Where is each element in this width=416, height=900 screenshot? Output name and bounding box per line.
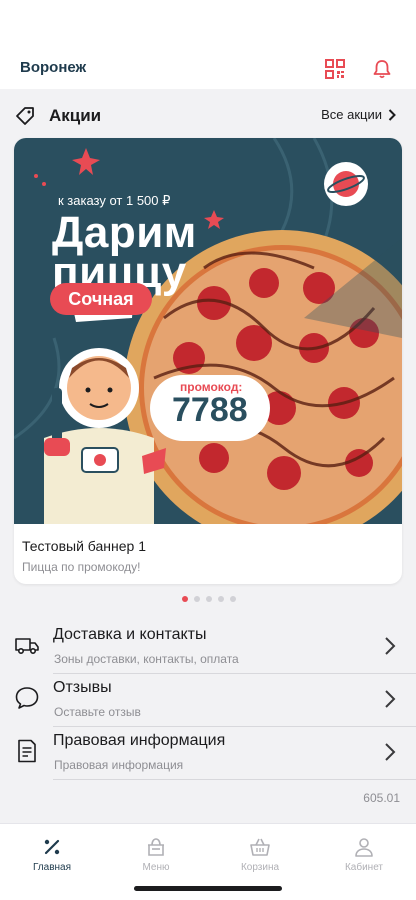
tab-label: Кабинет [344, 862, 384, 873]
promo-banner-image[interactable]: к заказу от 1 500 ₽ Дарим пиццу Сочная п… [14, 138, 402, 524]
tab-label: Корзина [240, 862, 280, 873]
divider [53, 726, 416, 727]
divider [53, 673, 416, 674]
chevron-right-icon [385, 690, 396, 708]
card-subtitle: Пицца по промокоду! [22, 560, 141, 574]
pager-dot[interactable] [206, 596, 212, 602]
all-promotions-label: Все акции [321, 107, 382, 122]
promotions-header: Акции Все акции [0, 100, 416, 130]
promo-card[interactable]: к заказу от 1 500 ₽ Дарим пиццу Сочная п… [14, 138, 402, 584]
menu-item-reviews[interactable]: Отзывы Оставьте отзыв [0, 675, 416, 727]
bell-icon[interactable] [371, 58, 393, 80]
basket-icon [250, 838, 270, 856]
city-selector[interactable]: Воронеж [20, 59, 86, 76]
tab-home[interactable]: Главная [12, 836, 92, 873]
chevron-right-icon [385, 637, 396, 655]
menu-item-legal[interactable]: Правовая информация Правовая информация [0, 728, 416, 780]
carousel-pager[interactable] [182, 596, 236, 602]
tag-icon [16, 107, 34, 125]
document-icon [18, 739, 36, 763]
percent-icon [44, 839, 60, 855]
qr-code-icon[interactable] [324, 58, 346, 80]
home-indicator [134, 886, 282, 891]
menu-item-title: Доставка и контакты [53, 626, 207, 643]
banner-order-text: к заказу от 1 500 ₽ [58, 193, 171, 208]
banner-pill: Сочная [50, 283, 152, 315]
menu-item-subtitle: Зоны доставки, контакты, оплата [54, 652, 239, 666]
app-header: Воронеж [0, 0, 416, 89]
pager-dot[interactable] [182, 596, 188, 602]
chevron-right-icon [388, 108, 396, 121]
pager-dot[interactable] [230, 596, 236, 602]
divider [53, 779, 416, 780]
tab-menu[interactable]: Меню [116, 836, 196, 873]
user-icon [355, 838, 373, 857]
menu-item-subtitle: Оставьте отзыв [54, 705, 141, 719]
pager-dot[interactable] [194, 596, 200, 602]
tab-label: Меню [142, 862, 170, 873]
tab-label: Главная [32, 862, 72, 873]
card-title: Тестовый баннер 1 [22, 538, 146, 554]
app-version: 605.01 [363, 791, 400, 805]
chevron-right-icon [385, 743, 396, 761]
menu-item-subtitle: Правовая информация [54, 758, 184, 772]
promotions-title: Акции [49, 106, 102, 125]
all-promotions-link[interactable]: Все акции [321, 107, 396, 122]
chat-bubble-icon [15, 687, 39, 709]
pager-dot[interactable] [218, 596, 224, 602]
truck-icon [15, 638, 39, 654]
menu-food-icon [148, 838, 164, 856]
promo-code-value: 7788 [172, 391, 248, 429]
tab-cart[interactable]: Корзина [220, 836, 300, 873]
tab-account[interactable]: Кабинет [324, 836, 404, 873]
menu-item-delivery[interactable]: Доставка и контакты Зоны доставки, конта… [0, 622, 416, 674]
menu-item-title: Отзывы [53, 679, 112, 696]
menu-item-title: Правовая информация [53, 732, 226, 749]
